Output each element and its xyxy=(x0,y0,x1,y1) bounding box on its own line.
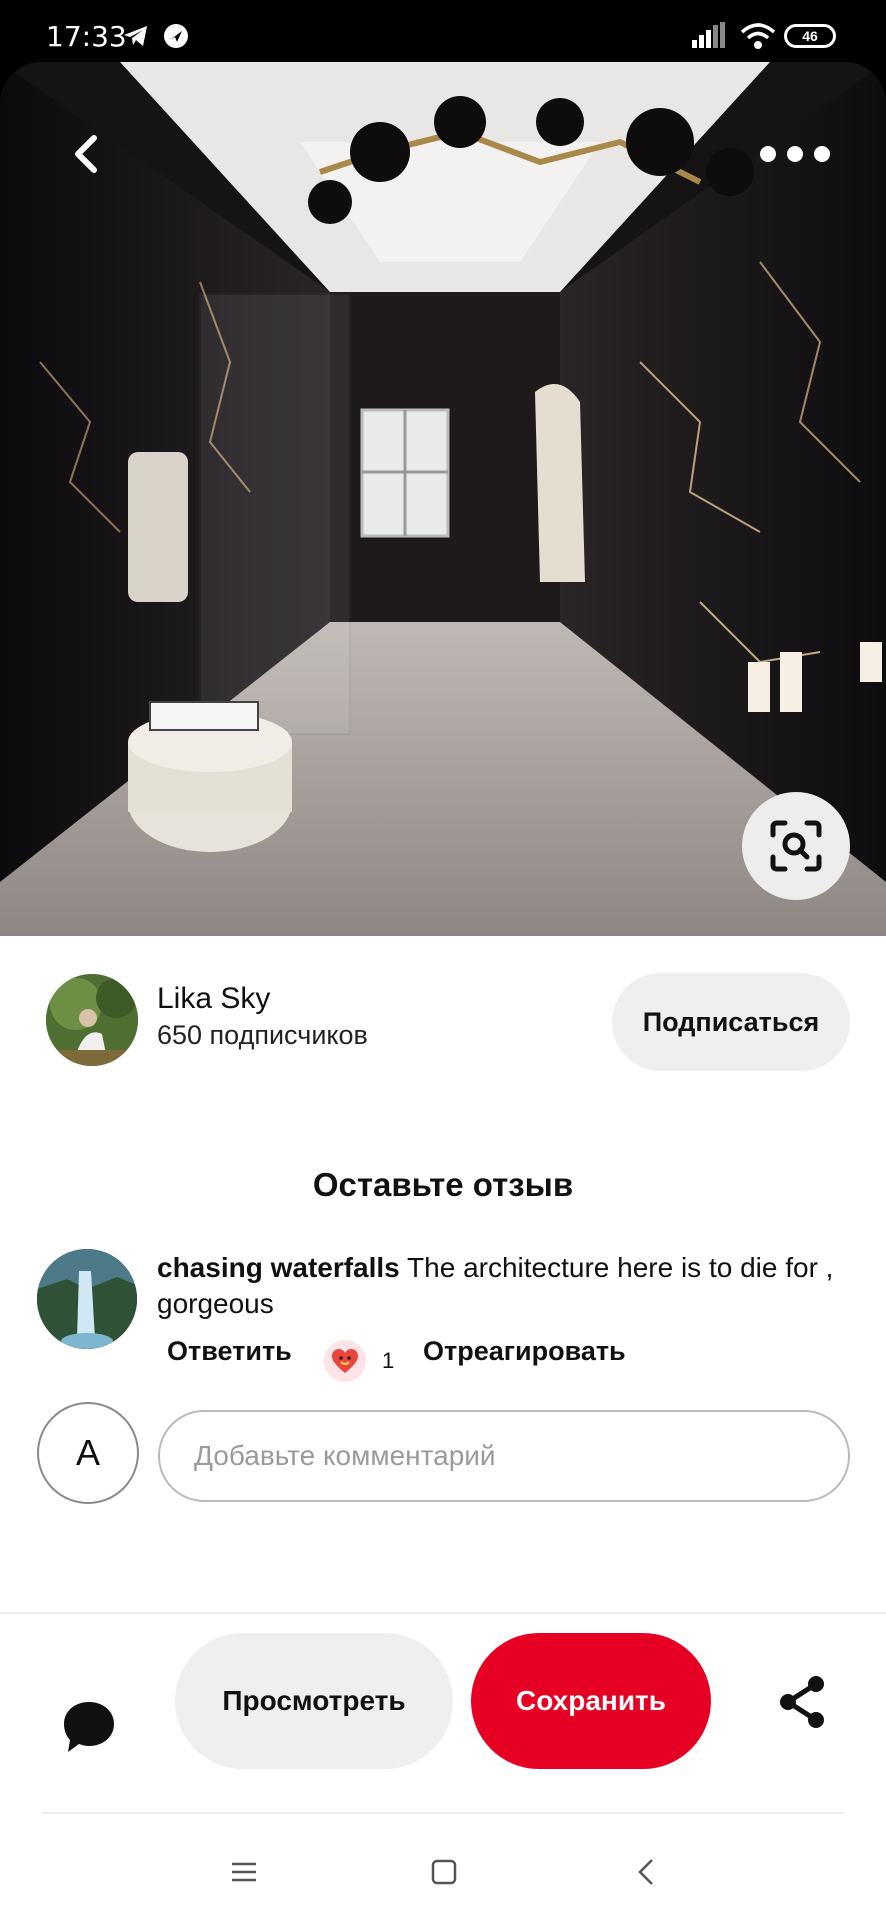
nav-divider xyxy=(42,1812,844,1814)
commenter-avatar[interactable] xyxy=(37,1249,137,1349)
more-icon xyxy=(760,146,776,162)
pin-image[interactable] xyxy=(0,62,886,936)
share-button[interactable] xyxy=(774,1672,830,1732)
chat-bubble-icon xyxy=(64,1702,114,1752)
reaction-count: 1 xyxy=(382,1348,395,1373)
visual-search-icon xyxy=(770,820,822,872)
telegram-icon xyxy=(124,26,147,46)
heart-reaction-icon[interactable] xyxy=(324,1340,366,1382)
share-icon xyxy=(780,1676,824,1728)
react-button[interactable]: Отреагировать xyxy=(423,1336,626,1367)
author-avatar[interactable] xyxy=(46,974,138,1066)
comments-button[interactable] xyxy=(56,1694,122,1760)
system-back-button[interactable] xyxy=(626,1852,666,1892)
comment-text: chasing waterfalls The architecture here… xyxy=(157,1250,837,1322)
recent-apps-button[interactable] xyxy=(224,1852,264,1892)
author-followers: 650 подписчиков xyxy=(157,1020,368,1050)
signal-icon xyxy=(692,22,725,48)
battery-icon: 46 xyxy=(784,24,836,48)
user-avatar: A xyxy=(37,1402,139,1504)
comment-input[interactable] xyxy=(158,1410,850,1502)
back-icon xyxy=(75,135,97,173)
back-nav-icon xyxy=(638,1859,653,1885)
author-name[interactable]: Lika Sky xyxy=(157,982,270,1016)
pin-details: Lika Sky 650 подписчиков Подписаться Ост… xyxy=(0,936,886,1920)
save-button[interactable]: Сохранить xyxy=(471,1633,711,1769)
comment-author[interactable]: chasing waterfalls xyxy=(157,1252,400,1283)
status-time: 17:33 xyxy=(46,20,127,53)
home-icon xyxy=(431,1859,457,1885)
reply-button[interactable]: Ответить xyxy=(167,1336,292,1367)
home-button[interactable] xyxy=(424,1852,464,1892)
wifi-icon xyxy=(740,23,776,49)
bathroom-photo xyxy=(0,62,886,936)
battery-level: 46 xyxy=(802,28,818,44)
follow-button[interactable]: Подписаться xyxy=(612,973,850,1071)
visual-search-button[interactable] xyxy=(742,792,850,900)
divider xyxy=(0,1612,886,1614)
more-button[interactable] xyxy=(760,134,830,174)
back-button[interactable] xyxy=(60,124,110,184)
menu-icon xyxy=(232,1862,256,1882)
notification-icon xyxy=(164,24,188,48)
status-bar: 17:33 46 xyxy=(0,0,886,70)
view-button[interactable]: Просмотреть xyxy=(175,1633,453,1769)
reviews-title: Оставьте отзыв xyxy=(312,1166,574,1203)
